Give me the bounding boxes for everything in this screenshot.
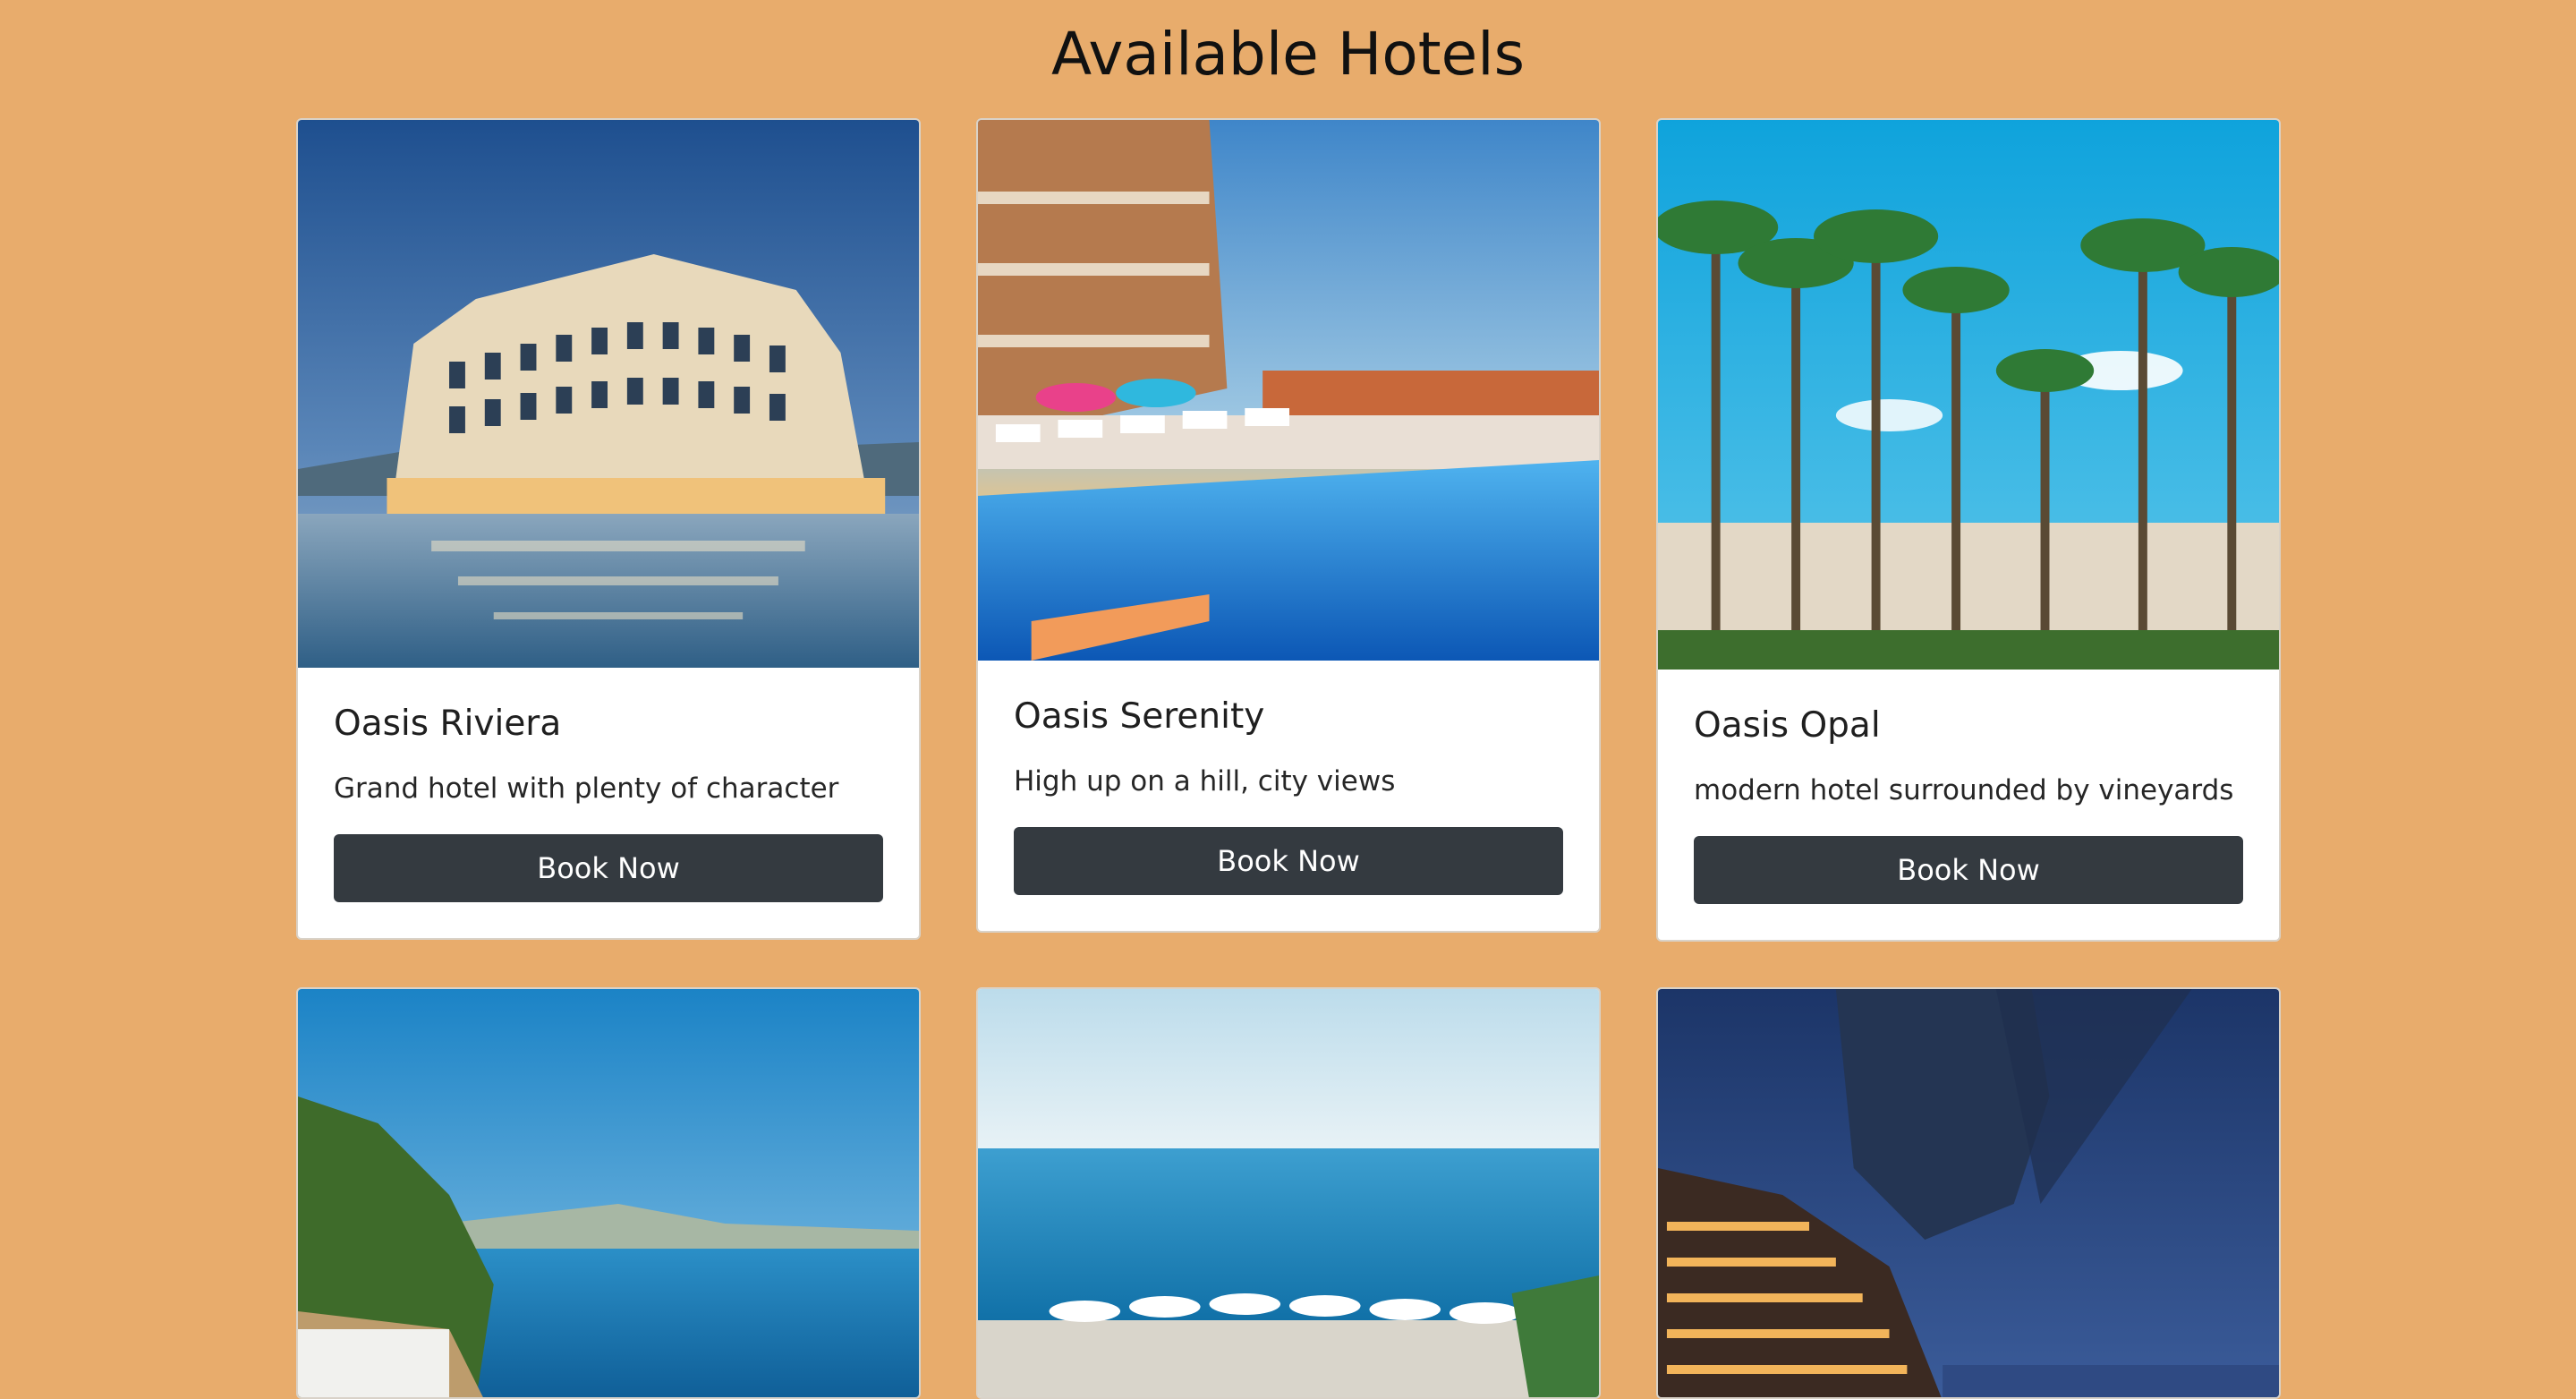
palm-tree-hotel-photo [1658,120,2279,670]
hotel-image [1658,120,2279,670]
book-now-button[interactable]: Book Now [1014,827,1563,895]
hotel-name: Oasis Riviera [334,704,562,744]
hotel-card: Oasis Serenity High up on a hill, city v… [976,118,1601,933]
page-title: Available Hotels [1051,20,1525,89]
hotel-image [298,120,919,668]
hotel-description: Grand hotel with plenty of character [334,772,839,805]
hotel-description: High up on a hill, city views [1014,765,1396,798]
hotel-image [298,989,919,1397]
hotel-image [1658,989,2279,1397]
hotel-image [978,120,1599,661]
cliffside-night-hotel-photo [1658,989,2279,1397]
coastal-bay-photo [298,989,919,1397]
hotel-card [296,987,921,1399]
book-now-button[interactable]: Book Now [334,834,883,902]
book-now-button[interactable]: Book Now [1694,836,2243,904]
grand-palace-hotel-photo [298,120,919,668]
hotel-card: Oasis Opal modern hotel surrounded by vi… [1656,118,2281,942]
hotel-card: Oasis Riviera Grand hotel with plenty of… [296,118,921,940]
hotel-name: Oasis Serenity [1014,696,1265,737]
hotel-description: modern hotel surrounded by vineyards [1694,774,2234,806]
card-body: Oasis Riviera Grand hotel with plenty of… [298,668,919,938]
hotel-card [1656,987,2281,1399]
poolside-hotel-photo [978,120,1599,661]
hotel-card [976,987,1601,1399]
card-body: Oasis Serenity High up on a hill, city v… [978,661,1599,931]
card-body: Oasis Opal modern hotel surrounded by vi… [1658,670,2279,940]
hotel-image [978,989,1599,1397]
hotel-name: Oasis Opal [1694,705,1881,746]
seaside-terrace-photo [978,989,1599,1397]
